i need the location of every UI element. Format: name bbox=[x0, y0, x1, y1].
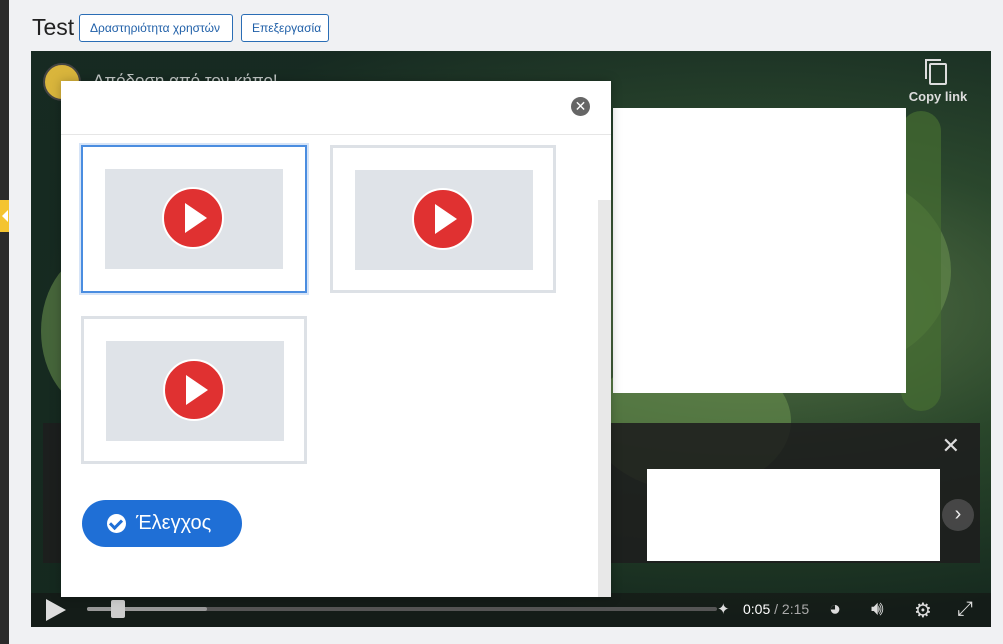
blank-panel bbox=[613, 108, 906, 393]
settings-icon[interactable]: ⚙ bbox=[914, 598, 932, 623]
chapter-marker-icon: ✦ bbox=[717, 601, 730, 618]
close-icon[interactable]: ✕ bbox=[942, 433, 960, 459]
video-thumbnail bbox=[105, 169, 283, 269]
side-panel-toggle[interactable] bbox=[0, 200, 9, 232]
time-separator: / bbox=[770, 601, 782, 617]
user-activity-button[interactable]: Δραστηριότητα χρηστών bbox=[79, 14, 233, 42]
close-icon[interactable]: ✕ bbox=[571, 97, 590, 116]
modal-scrollbar[interactable] bbox=[598, 200, 611, 597]
copy-link-button[interactable]: Copy link bbox=[905, 59, 971, 104]
youtube-play-icon bbox=[412, 188, 474, 250]
volume-icon[interactable]: 🔊︎ bbox=[871, 598, 884, 621]
background-stem bbox=[901, 111, 941, 411]
progress-bar[interactable] bbox=[87, 600, 717, 618]
youtube-play-icon bbox=[163, 359, 225, 421]
duration: 2:15 bbox=[781, 601, 810, 617]
check-circle-icon bbox=[107, 514, 126, 533]
video-option[interactable] bbox=[330, 145, 556, 293]
video-thumbnail bbox=[106, 341, 284, 441]
check-button[interactable]: Έλεγχος bbox=[82, 500, 242, 547]
check-button-label: Έλεγχος bbox=[136, 512, 212, 534]
fullscreen-icon[interactable]: ⤢ bbox=[957, 598, 973, 621]
page-title: Test bbox=[32, 14, 75, 40]
video-select-modal: ✕ Έλεγχος bbox=[61, 81, 611, 597]
video-option[interactable] bbox=[81, 145, 307, 293]
play-icon[interactable] bbox=[46, 599, 66, 621]
current-time: 0:05 bbox=[743, 601, 771, 617]
youtube-play-icon bbox=[162, 187, 224, 249]
stats-icon[interactable]: ◕ bbox=[829, 598, 841, 621]
player-controls: ✦ 0:05 / 2:15 ◕ 🔊︎ ⚙ ⤢ bbox=[31, 593, 991, 627]
blank-panel bbox=[647, 469, 940, 561]
next-arrow-icon[interactable]: › bbox=[942, 499, 974, 531]
progress-handle[interactable] bbox=[110, 600, 125, 618]
buffered-bar bbox=[87, 607, 207, 611]
video-thumbnail bbox=[355, 170, 533, 270]
side-panel-strip bbox=[0, 0, 9, 644]
edit-button[interactable]: Επεξεργασία bbox=[241, 14, 329, 42]
copy-icon bbox=[925, 59, 947, 85]
copy-link-label: Copy link bbox=[908, 89, 968, 104]
modal-header: ✕ bbox=[61, 81, 611, 135]
time-display: 0:05 / 2:15 bbox=[743, 601, 809, 617]
video-option[interactable] bbox=[81, 316, 307, 464]
